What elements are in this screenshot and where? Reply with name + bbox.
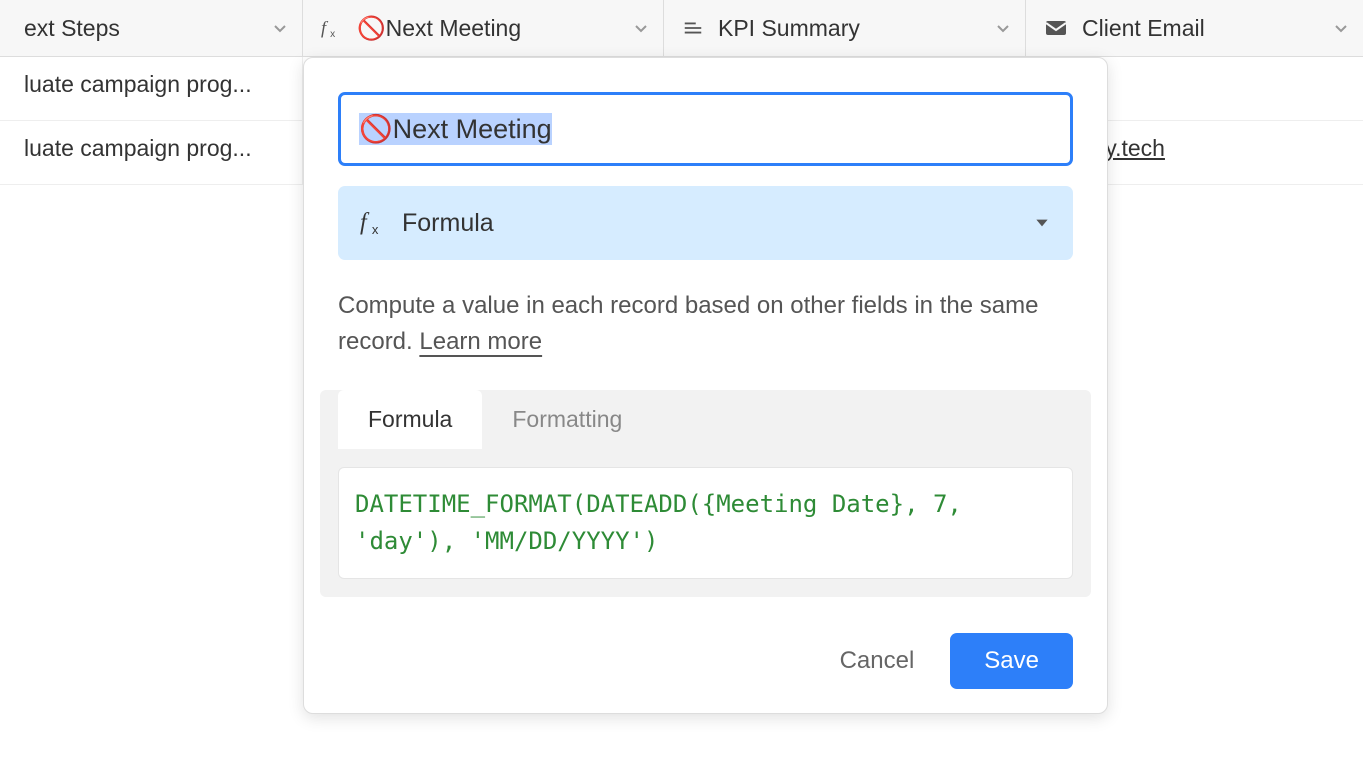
email-icon: [1044, 18, 1068, 38]
svg-text:x: x: [330, 29, 335, 39]
field-type-label: Formula: [402, 209, 494, 238]
svg-text:f: f: [360, 210, 370, 236]
column-header-next-meeting[interactable]: fx 🚫Next Meeting: [303, 0, 664, 56]
svg-text:x: x: [372, 222, 379, 236]
tab-formatting[interactable]: Formatting: [482, 390, 652, 449]
formula-editor[interactable]: DATETIME_FORMAT(DATEADD({Meeting Date}, …: [338, 467, 1073, 579]
chevron-down-icon[interactable]: [272, 20, 288, 36]
cell-next-steps[interactable]: luate campaign prog...: [0, 121, 303, 184]
column-header-client-email[interactable]: Client Email: [1026, 0, 1363, 56]
column-header-kpi-summary[interactable]: KPI Summary: [664, 0, 1026, 56]
save-button[interactable]: Save: [950, 633, 1073, 689]
field-type-description: Compute a value in each record based on …: [338, 288, 1073, 360]
chevron-down-icon[interactable]: [1033, 214, 1051, 232]
column-label: 🚫Next Meeting: [357, 15, 521, 42]
chevron-down-icon[interactable]: [1333, 20, 1349, 36]
chevron-down-icon[interactable]: [995, 20, 1011, 36]
field-name-input[interactable]: [338, 92, 1073, 166]
long-text-icon: [682, 17, 704, 39]
formula-panel: DATETIME_FORMAT(DATEADD({Meeting Date}, …: [320, 449, 1091, 597]
column-label: KPI Summary: [718, 15, 860, 42]
formula-icon: fx: [321, 17, 343, 39]
learn-more-link[interactable]: Learn more: [419, 328, 542, 355]
formula-icon: fx: [360, 210, 386, 236]
cancel-button[interactable]: Cancel: [832, 635, 923, 687]
column-headers: ext Steps fx 🚫Next Meeting KPI Summary C…: [0, 0, 1363, 57]
cell-next-steps[interactable]: luate campaign prog...: [0, 57, 303, 120]
field-config-tabs: Formula Formatting: [320, 390, 1091, 449]
tab-formula[interactable]: Formula: [338, 390, 482, 449]
field-type-select[interactable]: fx Formula: [338, 186, 1073, 260]
column-label: Client Email: [1082, 15, 1205, 42]
svg-text:f: f: [321, 18, 329, 38]
field-config-dialog: fx Formula Compute a value in each recor…: [303, 57, 1108, 714]
dialog-actions: Cancel Save: [338, 633, 1073, 689]
column-header-next-steps[interactable]: ext Steps: [0, 0, 303, 56]
column-label: ext Steps: [24, 15, 120, 42]
chevron-down-icon[interactable]: [633, 20, 649, 36]
